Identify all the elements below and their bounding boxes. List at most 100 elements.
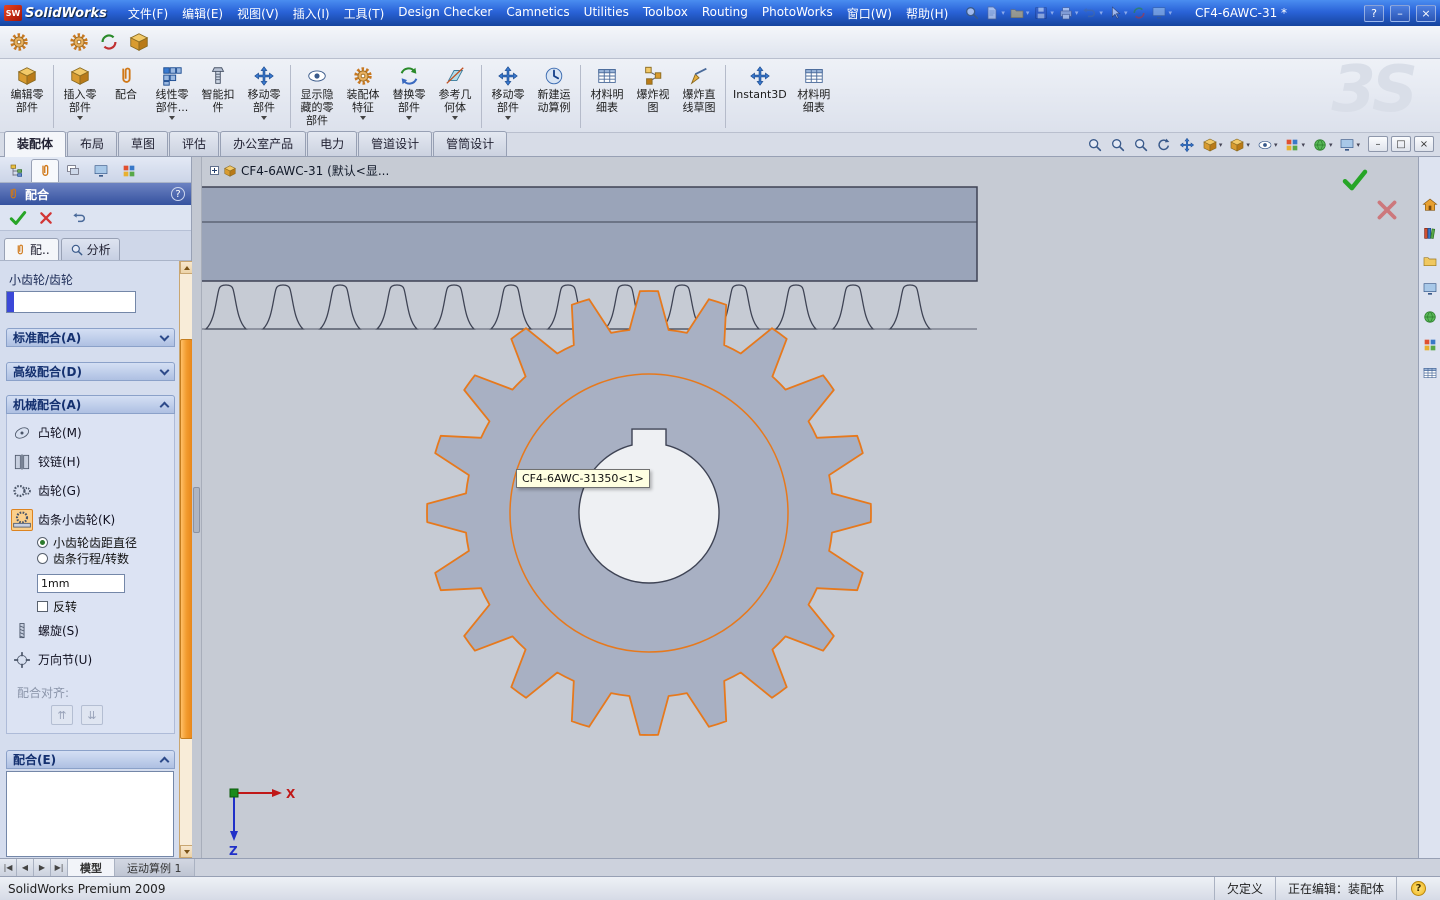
group-mechanical-mates[interactable]: 机械配合(A) [6,395,175,414]
zoom-to-area[interactable] [1108,135,1128,155]
pinion-gear-part[interactable] [414,278,884,750]
aligned-button[interactable]: ⇈ [51,705,73,725]
cmdbtn-move-component[interactable]: 移动零 部件 [241,61,287,122]
minimize-button[interactable]: – [1390,4,1410,22]
export-icon[interactable] [126,29,152,55]
save-icon[interactable]: ▾ [1032,4,1055,22]
menu-item-7[interactable]: Utilities [577,1,636,26]
search-icon[interactable] [963,4,981,22]
custom-properties-icon[interactable] [1420,363,1440,383]
featuremanager-tab[interactable] [3,159,31,182]
cmdbtn-explode-line-sketch[interactable]: 爆炸直 线草图 [676,61,722,116]
sheet-tab-motion-study-1[interactable]: 运动算例 1 [115,859,195,876]
menu-item-8[interactable]: Toolbox [636,1,695,26]
expand-icon[interactable] [210,166,219,175]
panel-splitter[interactable] [192,157,202,858]
menu-item-6[interactable]: Camnetics [499,1,576,26]
splitter-handle[interactable] [193,487,200,533]
last-sheet-button[interactable]: ▶| [51,859,68,876]
zoom-to-fit[interactable] [1085,135,1105,155]
quick-tips-icon[interactable]: ? [1411,881,1426,896]
cmdbtn-mate[interactable]: 配合 [103,61,149,103]
menu-item-3[interactable]: 插入(I) [286,1,337,26]
ribbon-tab-piping[interactable]: 管道设计 [358,131,433,156]
zoom-in-out[interactable] [1131,135,1151,155]
cmdbtn-show-hidden-components[interactable]: 显示隐 藏的零 部件 [294,61,340,129]
scrollbar-thumb[interactable] [180,339,192,739]
doc-close-button[interactable]: × [1414,136,1434,152]
doc-minimize-button[interactable]: – [1368,136,1388,152]
pan[interactable] [1177,135,1197,155]
cmdbtn-replace-components[interactable]: 替换零 部件 [386,61,432,122]
menu-item-5[interactable]: Design Checker [391,1,499,26]
cmdbtn-insert-components[interactable]: 插入零 部件 [57,61,103,122]
menu-item-0[interactable]: 文件(F) [121,1,175,26]
view-palette-icon[interactable] [1420,279,1440,299]
cmdbtn-instant3d[interactable]: Instant3D [729,61,791,103]
cmdbtn-new-motion-study[interactable]: 新建运 动算例 [531,61,577,116]
resources-home-icon[interactable] [1420,195,1440,215]
print-icon[interactable]: ▾ [1057,4,1080,22]
anti-aligned-button[interactable]: ⇊ [81,705,103,725]
undo-icon[interactable]: ▾ [1081,4,1104,22]
panel-help-icon[interactable]: ? [171,187,185,201]
hide-show-items[interactable]: ▾ [1255,135,1280,155]
menu-item-1[interactable]: 编辑(E) [175,1,230,26]
ribbon-tab-electrical[interactable]: 电力 [307,131,358,156]
appearances-icon[interactable] [1420,307,1440,327]
select-icon[interactable]: ▾ [1106,4,1129,22]
cam-mate-row[interactable]: 凸轮(M) [11,418,172,447]
flyout-feature-tree[interactable]: CF4-6AWC-31 (默认<显... [210,162,389,179]
menu-item-12[interactable]: 帮助(H) [899,1,955,26]
sprocket-icon[interactable] [96,29,122,55]
tab-mates[interactable]: 配.. [4,238,59,260]
cmdbtn-bill-of-materials[interactable]: 材料明 细表 [584,61,630,116]
universal-joint-mate-row[interactable]: 万向节(U) [11,645,172,674]
panel-scrollbar[interactable] [179,261,192,858]
hinge-mate-row[interactable]: 铰链(H) [11,447,172,476]
mates-list-box[interactable] [6,771,174,857]
view-orientation[interactable]: ▾ [1200,135,1225,155]
cmdbtn-edit-component[interactable]: 编辑零 部件 [4,61,50,116]
cmdbtn-bill-of-materials-2[interactable]: 材料明 细表 [791,61,837,116]
new-document-icon[interactable]: ▾ [983,4,1006,22]
scroll-up-button[interactable] [180,261,192,274]
open-icon[interactable]: ▾ [1008,4,1031,22]
ribbon-tab-evaluate[interactable]: 评估 [169,131,220,156]
apply-scene[interactable]: ▾ [1310,135,1335,155]
help-button[interactable]: ? [1364,4,1384,22]
cmdbtn-exploded-view[interactable]: 爆炸视图 [630,61,676,116]
sheet-tab-model[interactable]: 模型 [68,859,115,876]
design-library-icon[interactable] [1420,223,1440,243]
ok-button[interactable] [8,208,28,228]
display-style[interactable]: ▾ [1227,135,1252,155]
pinion-pitch-diameter-option[interactable]: 小齿轮齿距直径 [37,535,172,550]
propertymanager-tab[interactable] [31,159,59,182]
menu-item-4[interactable]: 工具(T) [337,1,392,26]
scroll-down-button[interactable] [180,845,192,858]
cmdbtn-linear-component-pattern[interactable]: 线性零 部件... [149,61,195,122]
close-button[interactable]: × [1416,4,1436,22]
options-icon[interactable]: ▾ [1150,4,1173,22]
geartrax-icon[interactable] [6,29,32,55]
rotate-view[interactable] [1154,135,1174,155]
menu-item-11[interactable]: 窗口(W) [840,1,899,26]
confirmation-ok-icon[interactable] [1340,165,1370,195]
ribbon-tab-office-products[interactable]: 办公室产品 [220,131,307,156]
graphics-viewport[interactable]: CF4-6AWC-31 (默认<显... CF4-6AWC-31350<1> X… [202,157,1418,858]
prev-sheet-button[interactable]: ◀ [17,859,34,876]
view-settings[interactable]: ▾ [1337,135,1362,155]
configurationmanager-tab[interactable] [59,159,87,182]
pitch-diameter-input[interactable]: 1mm [37,574,125,593]
tab-analysis[interactable]: 分析 [60,238,120,260]
scenes-icon[interactable] [1420,335,1440,355]
menu-item-9[interactable]: Routing [695,1,755,26]
rack-pinion-mate-row[interactable]: 齿条小齿轮(K) [11,505,172,534]
cmdbtn-move-component-2[interactable]: 移动零 部件 [485,61,531,122]
reverse-option[interactable]: 反转 [37,599,172,614]
edit-appearance[interactable]: ▾ [1282,135,1307,155]
menu-item-10[interactable]: PhotoWorks [755,1,840,26]
group-mates-list[interactable]: 配合(E) [6,750,175,769]
doc-restore-button[interactable]: □ [1391,136,1411,152]
ribbon-tab-sketch[interactable]: 草图 [118,131,169,156]
